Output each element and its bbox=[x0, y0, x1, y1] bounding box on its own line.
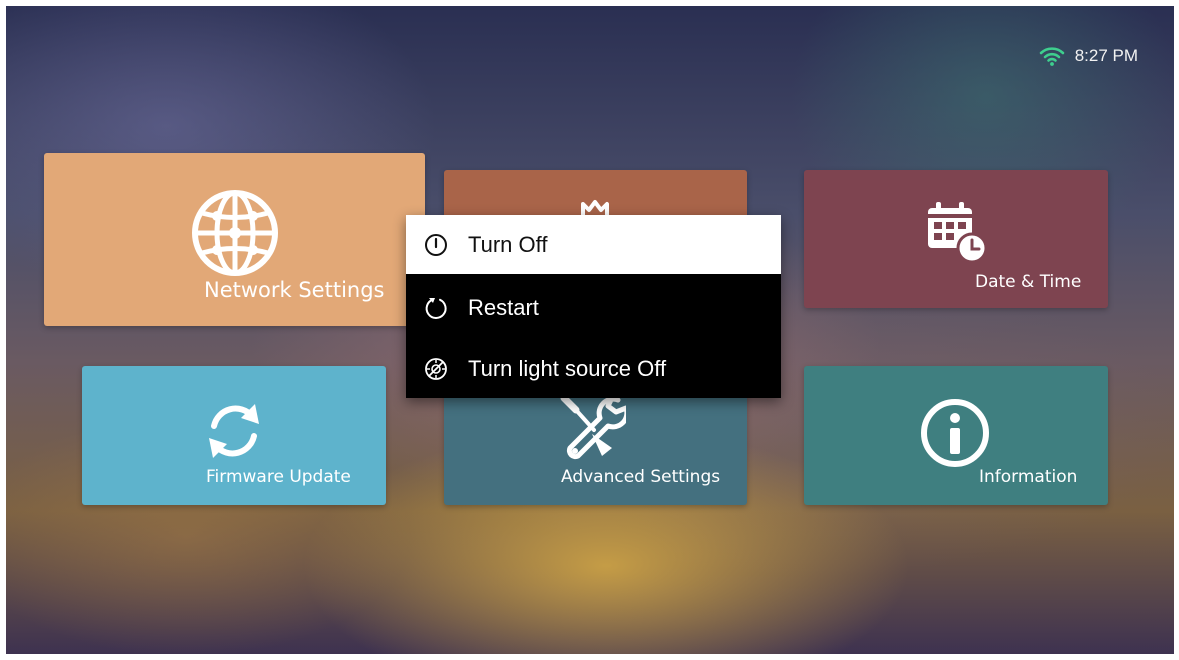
wifi-icon bbox=[1039, 46, 1065, 66]
menu-item-label: Turn Off bbox=[468, 231, 548, 257]
tile-information[interactable]: Information bbox=[804, 366, 1108, 505]
light-source-off-icon bbox=[424, 357, 448, 381]
restart-icon bbox=[424, 296, 448, 320]
menu-item-light-source-off[interactable]: Turn light source Off bbox=[406, 339, 781, 398]
globe-network-icon bbox=[190, 188, 280, 282]
power-menu: Turn Off Restart Turn light source Off bbox=[406, 215, 781, 398]
home-screen: 8:27 PM Network Settings Date & Time Fir… bbox=[6, 6, 1174, 654]
status-bar: 8:27 PM bbox=[1039, 46, 1138, 66]
power-icon bbox=[424, 233, 448, 257]
menu-item-label: Restart bbox=[468, 294, 539, 320]
wrench-screwdriver-icon bbox=[556, 394, 630, 466]
tile-network-settings[interactable]: Network Settings bbox=[44, 153, 425, 326]
calendar-clock-icon bbox=[924, 200, 988, 268]
tile-label: Network Settings bbox=[204, 278, 385, 302]
tile-firmware-update[interactable]: Firmware Update bbox=[82, 366, 386, 505]
clock-time: 8:27 PM bbox=[1074, 46, 1138, 65]
tile-date-time[interactable]: Date & Time bbox=[804, 170, 1108, 308]
refresh-icon bbox=[199, 396, 269, 470]
menu-item-label: Turn light source Off bbox=[468, 355, 667, 381]
tile-label: Firmware Update bbox=[206, 467, 351, 487]
info-icon bbox=[920, 398, 990, 472]
menu-item-restart[interactable]: Restart bbox=[406, 278, 781, 337]
menu-item-turn-off[interactable]: Turn Off bbox=[406, 215, 781, 274]
tile-label: Date & Time bbox=[975, 272, 1082, 292]
tile-label: Information bbox=[979, 467, 1078, 487]
tile-label: Advanced Settings bbox=[561, 467, 721, 487]
